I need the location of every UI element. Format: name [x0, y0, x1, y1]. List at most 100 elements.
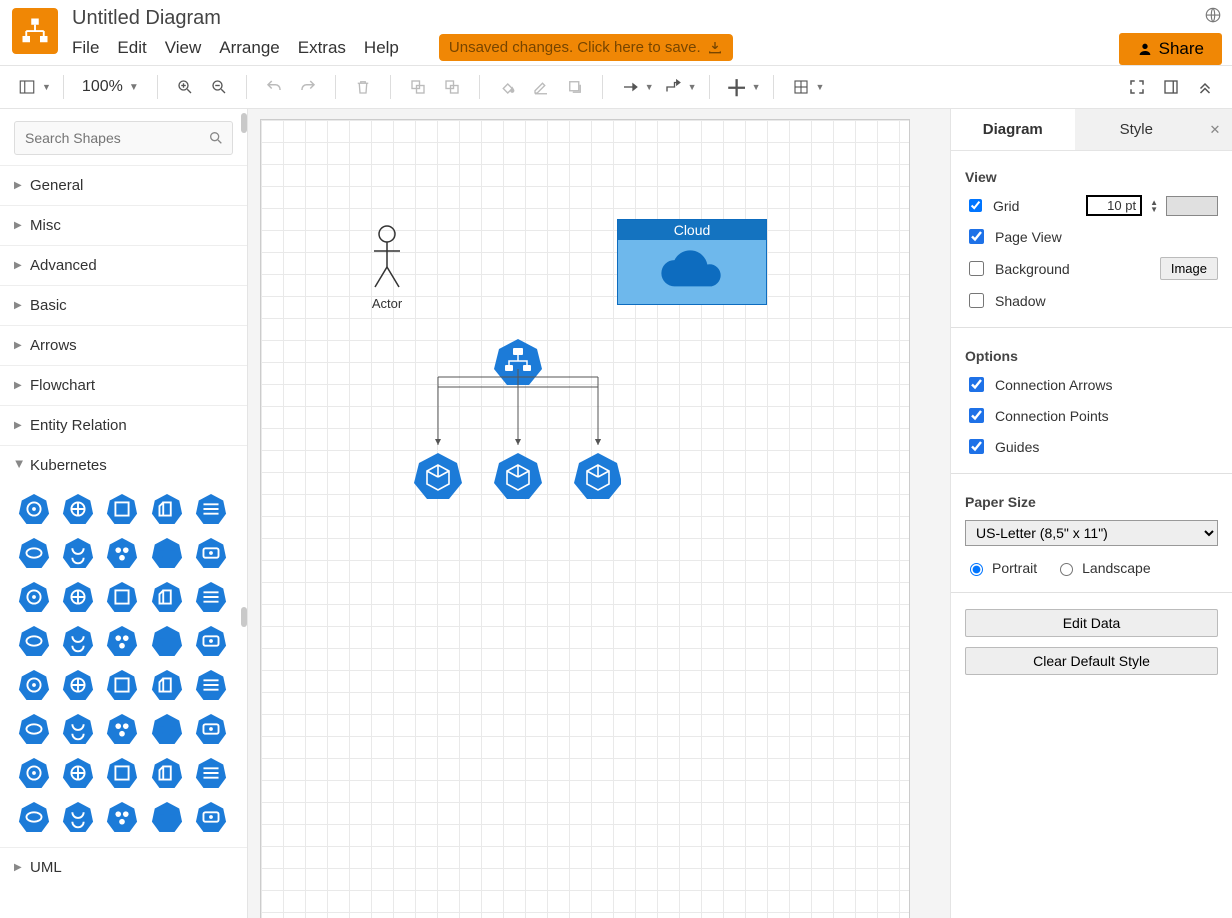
tab-style[interactable]: Style — [1075, 109, 1199, 150]
paper[interactable]: Actor Cloud — [260, 119, 910, 918]
kubernetes-shape-tile[interactable] — [151, 713, 183, 745]
kubernetes-shape-tile[interactable] — [195, 713, 227, 745]
zoom-in-button[interactable] — [170, 72, 200, 102]
fullscreen-button[interactable] — [1122, 72, 1152, 102]
cloud-shape[interactable]: Cloud — [617, 219, 767, 305]
delete-button[interactable] — [348, 72, 378, 102]
kubernetes-shape-tile[interactable] — [106, 801, 138, 833]
shadow-button[interactable] — [560, 72, 590, 102]
kubernetes-shape-tile[interactable] — [62, 713, 94, 745]
kubernetes-shape-tile[interactable] — [62, 537, 94, 569]
zoom-dropdown[interactable]: 100%▼ — [76, 78, 145, 96]
kubernetes-shape-tile[interactable] — [18, 801, 50, 833]
kubernetes-shape-tile[interactable] — [106, 757, 138, 789]
actor-shape[interactable]: Actor — [367, 225, 407, 311]
kubernetes-shape-tile[interactable] — [195, 581, 227, 613]
kubernetes-shape-tile[interactable] — [195, 493, 227, 525]
category-entity[interactable]: ▶Entity Relation — [0, 405, 247, 445]
kubernetes-shape-tile[interactable] — [151, 757, 183, 789]
to-front-button[interactable] — [403, 72, 433, 102]
category-uml[interactable]: ▶UML — [0, 847, 247, 887]
category-advanced[interactable]: ▶Advanced — [0, 245, 247, 285]
shadow-checkbox[interactable] — [969, 293, 984, 308]
scrollbar-thumb[interactable] — [241, 607, 247, 627]
language-icon[interactable] — [1204, 6, 1222, 27]
kubernetes-shape-tile[interactable] — [18, 713, 50, 745]
grid-size-stepper[interactable]: ▲▼ — [1150, 199, 1158, 213]
menu-help[interactable]: Help — [364, 38, 399, 58]
kubernetes-shape-tile[interactable] — [62, 625, 94, 657]
category-flowchart[interactable]: ▶Flowchart — [0, 365, 247, 405]
fill-color-button[interactable] — [492, 72, 522, 102]
background-checkbox[interactable] — [969, 261, 984, 276]
category-general[interactable]: ▶General — [0, 165, 247, 205]
format-panel-toggle[interactable] — [1156, 72, 1186, 102]
waypoint-style-button[interactable] — [658, 72, 688, 102]
kubernetes-shape-tile[interactable] — [106, 581, 138, 613]
category-basic[interactable]: ▶Basic — [0, 285, 247, 325]
table-button[interactable] — [786, 72, 816, 102]
conn-points-checkbox[interactable] — [969, 408, 984, 423]
kubernetes-shape-tile[interactable] — [151, 669, 183, 701]
search-input[interactable] — [23, 129, 208, 147]
kubernetes-shape-tile[interactable] — [151, 537, 183, 569]
kubernetes-shape-tile[interactable] — [18, 537, 50, 569]
kubernetes-shape-tile[interactable] — [62, 757, 94, 789]
grid-checkbox[interactable] — [969, 199, 982, 212]
kubernetes-shape-tile[interactable] — [106, 493, 138, 525]
clear-style-button[interactable]: Clear Default Style — [965, 647, 1218, 675]
menu-file[interactable]: File — [72, 38, 99, 58]
kubernetes-shape-tile[interactable] — [18, 625, 50, 657]
kubernetes-shape-tile[interactable] — [106, 625, 138, 657]
zoom-out-button[interactable] — [204, 72, 234, 102]
kubernetes-shape-tile[interactable] — [195, 757, 227, 789]
collapse-button[interactable] — [1190, 72, 1220, 102]
hierarchy-shape[interactable] — [411, 337, 621, 507]
kubernetes-shape-tile[interactable] — [106, 713, 138, 745]
kubernetes-shape-tile[interactable] — [18, 581, 50, 613]
kubernetes-shape-tile[interactable] — [18, 669, 50, 701]
sidebar-toggle-button[interactable] — [12, 72, 42, 102]
menu-arrange[interactable]: Arrange — [219, 38, 279, 58]
kubernetes-shape-tile[interactable] — [18, 757, 50, 789]
kubernetes-shape-tile[interactable] — [18, 493, 50, 525]
scrollbar-thumb[interactable] — [241, 113, 247, 133]
kubernetes-shape-tile[interactable] — [62, 801, 94, 833]
image-button[interactable]: Image — [1160, 257, 1218, 280]
to-back-button[interactable] — [437, 72, 467, 102]
category-misc[interactable]: ▶Misc — [0, 205, 247, 245]
kubernetes-shape-tile[interactable] — [151, 493, 183, 525]
canvas[interactable]: Actor Cloud — [248, 109, 950, 918]
kubernetes-shape-tile[interactable] — [195, 537, 227, 569]
menu-edit[interactable]: Edit — [117, 38, 146, 58]
landscape-radio[interactable]: Landscape — [1055, 560, 1151, 576]
conn-arrows-checkbox[interactable] — [969, 377, 984, 392]
insert-button[interactable]: ＋ — [722, 72, 752, 102]
paper-size-select[interactable]: US-Letter (8,5" x 11") — [965, 520, 1218, 546]
category-kubernetes[interactable]: ▶Kubernetes — [0, 445, 247, 485]
redo-button[interactable] — [293, 72, 323, 102]
kubernetes-shape-tile[interactable] — [195, 801, 227, 833]
grid-size-input[interactable]: 10 pt — [1086, 195, 1142, 216]
kubernetes-shape-tile[interactable] — [151, 581, 183, 613]
tab-diagram[interactable]: Diagram — [951, 109, 1075, 150]
kubernetes-shape-tile[interactable] — [195, 669, 227, 701]
kubernetes-shape-tile[interactable] — [106, 537, 138, 569]
share-button[interactable]: Share — [1119, 33, 1222, 65]
kubernetes-shape-tile[interactable] — [151, 625, 183, 657]
guides-checkbox[interactable] — [969, 439, 984, 454]
close-panel-button[interactable]: ✕ — [1198, 109, 1232, 150]
edit-data-button[interactable]: Edit Data — [965, 609, 1218, 637]
line-color-button[interactable] — [526, 72, 556, 102]
menu-extras[interactable]: Extras — [298, 38, 346, 58]
category-arrows[interactable]: ▶Arrows — [0, 325, 247, 365]
kubernetes-shape-tile[interactable] — [62, 581, 94, 613]
kubernetes-shape-tile[interactable] — [62, 669, 94, 701]
menu-view[interactable]: View — [165, 38, 202, 58]
app-logo[interactable] — [12, 8, 58, 54]
kubernetes-shape-tile[interactable] — [62, 493, 94, 525]
kubernetes-shape-tile[interactable] — [195, 625, 227, 657]
document-title[interactable]: Untitled Diagram — [72, 4, 1105, 32]
search-shapes-field[interactable] — [14, 121, 233, 155]
grid-color-swatch[interactable] — [1166, 196, 1218, 216]
